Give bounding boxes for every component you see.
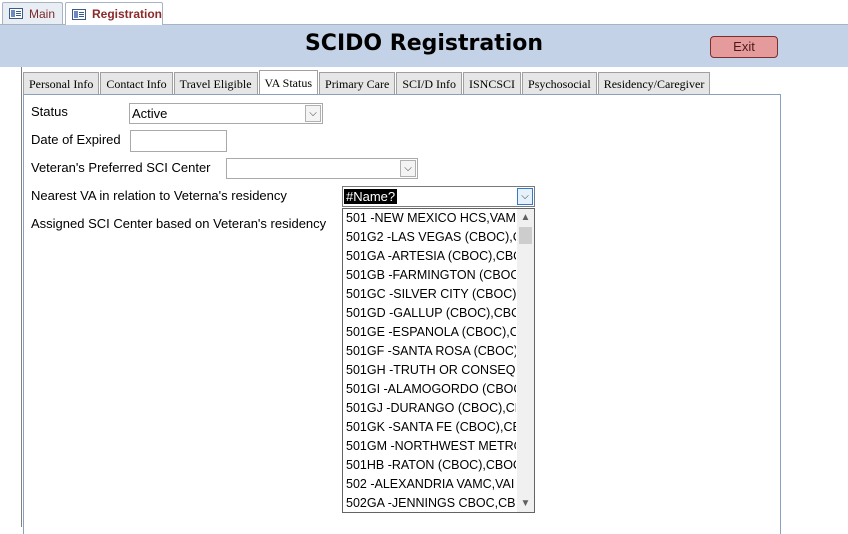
tab-scid-info[interactable]: SCI/D Info xyxy=(396,72,462,95)
assigned-sci-label: Assigned SCI Center based on Veteran's r… xyxy=(31,216,327,231)
scrollbar-thumb[interactable] xyxy=(519,227,532,244)
dropdown-scrollbar[interactable]: ▲ ▼ xyxy=(517,209,534,512)
tab-va-status[interactable]: VA Status xyxy=(258,70,319,95)
doc-tab-main[interactable]: Main xyxy=(2,2,63,24)
tab-residency-caregiver[interactable]: Residency/Caregiver xyxy=(597,72,711,95)
preferred-sci-label: Veteran's Preferred SCI Center xyxy=(31,160,211,175)
chevron-down-icon[interactable]: ⌵ xyxy=(517,188,533,205)
nearest-va-value: #Name? xyxy=(344,189,398,204)
exit-button[interactable]: Exit xyxy=(710,36,778,58)
form-left-border xyxy=(21,67,22,527)
document-tab-bar: Main Registration xyxy=(0,0,848,25)
date-expired-field[interactable] xyxy=(130,130,227,152)
list-item[interactable]: 501GA -ARTESIA (CBOC),CBO xyxy=(343,247,516,266)
tab-isncsci[interactable]: ISNCSCI xyxy=(463,72,522,95)
list-item[interactable]: 501GM -NORTHWEST METRO xyxy=(343,437,516,456)
nearest-va-label: Nearest VA in relation to Veterna's resi… xyxy=(31,188,287,203)
list-item[interactable]: 502GA -JENNINGS CBOC,CBC xyxy=(343,494,516,512)
list-item[interactable]: 501GF -SANTA ROSA (CBOC) xyxy=(343,342,516,361)
form-header: SCIDO Registration Exit xyxy=(0,25,848,67)
list-item[interactable]: 501GH -TRUTH OR CONSEQU xyxy=(343,361,516,380)
tab-psychosocial[interactable]: Psychosocial xyxy=(522,72,597,95)
form-tab-strip: Personal Info Contact Info Travel Eligib… xyxy=(23,70,711,95)
nearest-va-dropdown-list[interactable]: 501 -NEW MEXICO HCS,VAMC 501G2 -LAS VEGA… xyxy=(342,208,535,513)
list-item[interactable]: 501HB -RATON (CBOC),CBOC xyxy=(343,456,516,475)
list-item[interactable]: 501 -NEW MEXICO HCS,VAMC xyxy=(343,209,516,228)
list-item[interactable]: 501G2 -LAS VEGAS (CBOC),C xyxy=(343,228,516,247)
list-item[interactable]: 501GD -GALLUP (CBOC),CBO xyxy=(343,304,516,323)
list-item[interactable]: 501GC -SILVER CITY (CBOC),C xyxy=(343,285,516,304)
chevron-down-icon[interactable]: ▼ xyxy=(517,495,534,512)
chevron-up-icon[interactable]: ▲ xyxy=(517,209,534,226)
tab-personal-info[interactable]: Personal Info xyxy=(23,72,100,95)
tab-primary-care[interactable]: Primary Care xyxy=(319,72,396,95)
preferred-sci-combo[interactable]: ⌵ xyxy=(226,158,418,179)
list-item[interactable]: 501GB -FARMINGTON (CBOC xyxy=(343,266,516,285)
tab-travel-eligible[interactable]: Travel Eligible xyxy=(173,72,258,95)
chevron-down-icon[interactable]: ⌵ xyxy=(400,160,416,177)
status-value: Active xyxy=(132,106,168,121)
list-item[interactable]: 501GI -ALAMOGORDO (CBOC xyxy=(343,380,516,399)
doc-tab-registration-label: Registration xyxy=(91,7,162,21)
date-expired-label: Date of Expired xyxy=(31,132,121,147)
nearest-va-combo[interactable]: #Name? ⌵ xyxy=(342,186,535,207)
form-icon xyxy=(72,8,86,20)
status-label: Status xyxy=(31,104,68,119)
form-icon xyxy=(9,8,23,19)
list-item[interactable]: 502 -ALEXANDRIA VAMC,VAI xyxy=(343,475,516,494)
list-item[interactable]: 501GJ -DURANGO (CBOC),CE xyxy=(343,399,516,418)
list-item[interactable]: 501GE -ESPANOLA (CBOC),CI xyxy=(343,323,516,342)
doc-tab-main-label: Main xyxy=(29,6,56,21)
status-combo[interactable]: Active ⌵ xyxy=(129,103,323,124)
tab-contact-info[interactable]: Contact Info xyxy=(100,72,173,95)
doc-tab-registration[interactable]: Registration xyxy=(65,2,163,25)
list-item[interactable]: 501GK -SANTA FE (CBOC),CB xyxy=(343,418,516,437)
chevron-down-icon[interactable]: ⌵ xyxy=(305,105,321,122)
